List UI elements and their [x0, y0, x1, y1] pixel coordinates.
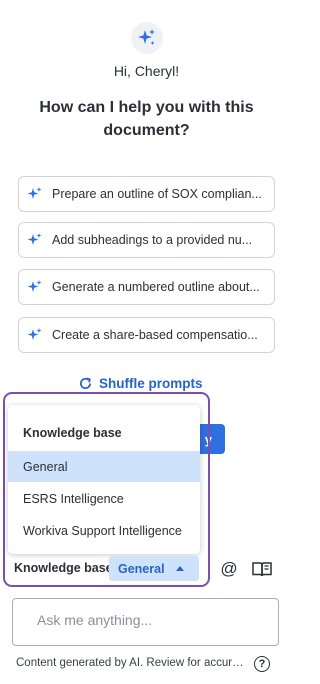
prompt-suggestion[interactable]: Create a share-based compensatio...	[18, 317, 275, 353]
caret-up-icon	[176, 566, 184, 571]
prompt-suggestion[interactable]: Add subheadings to a provided nu...	[18, 222, 275, 258]
refresh-icon	[80, 377, 92, 389]
menu-item-general[interactable]: General	[8, 451, 200, 482]
shuffle-prompts-label: Shuffle prompts	[99, 375, 203, 391]
knowledge-base-label: Knowledge base	[14, 561, 113, 575]
ai-disclaimer: Content generated by AI. Review for accu…	[16, 657, 246, 669]
knowledge-base-menu: Knowledge base General ESRS Intelligence…	[8, 405, 200, 554]
book-icon[interactable]	[252, 560, 272, 578]
menu-item-workiva-support-intelligence[interactable]: Workiva Support Intelligence	[8, 515, 200, 546]
sparkle-icon	[27, 187, 42, 199]
help-icon[interactable]: ?	[254, 656, 270, 672]
greeting-text: Hi, Cheryl!	[113, 63, 180, 79]
prompt-label: Generate a numbered outline about...	[52, 280, 260, 294]
sparkles-icon	[138, 29, 155, 45]
sparkle-icon	[27, 328, 42, 340]
mention-at-icon[interactable]: @	[219, 559, 239, 578]
sparkle-icon	[27, 280, 42, 292]
prompt-label: Create a share-based compensatio...	[52, 328, 258, 342]
menu-header: Knowledge base	[23, 426, 122, 440]
prompt-suggestion[interactable]: Generate a numbered outline about...	[18, 269, 275, 305]
shuffle-prompts-button[interactable]: Shuffle prompts	[78, 373, 203, 393]
chat-input-box[interactable]	[12, 598, 279, 646]
prompt-label: Add subheadings to a provided nu...	[52, 233, 253, 247]
knowledge-base-select[interactable]: General	[109, 556, 199, 581]
chat-input[interactable]	[37, 612, 257, 628]
ai-sparkles-icon	[131, 22, 163, 54]
page-title: How can I help you with this document?	[39, 99, 254, 139]
prompt-suggestion[interactable]: Prepare an outline of SOX complian...	[18, 176, 275, 212]
prompt-label: Prepare an outline of SOX complian...	[52, 187, 262, 201]
menu-item-esrs-intelligence[interactable]: ESRS Intelligence	[8, 483, 200, 514]
sparkle-icon	[27, 233, 42, 245]
knowledge-base-value: General	[118, 561, 165, 576]
